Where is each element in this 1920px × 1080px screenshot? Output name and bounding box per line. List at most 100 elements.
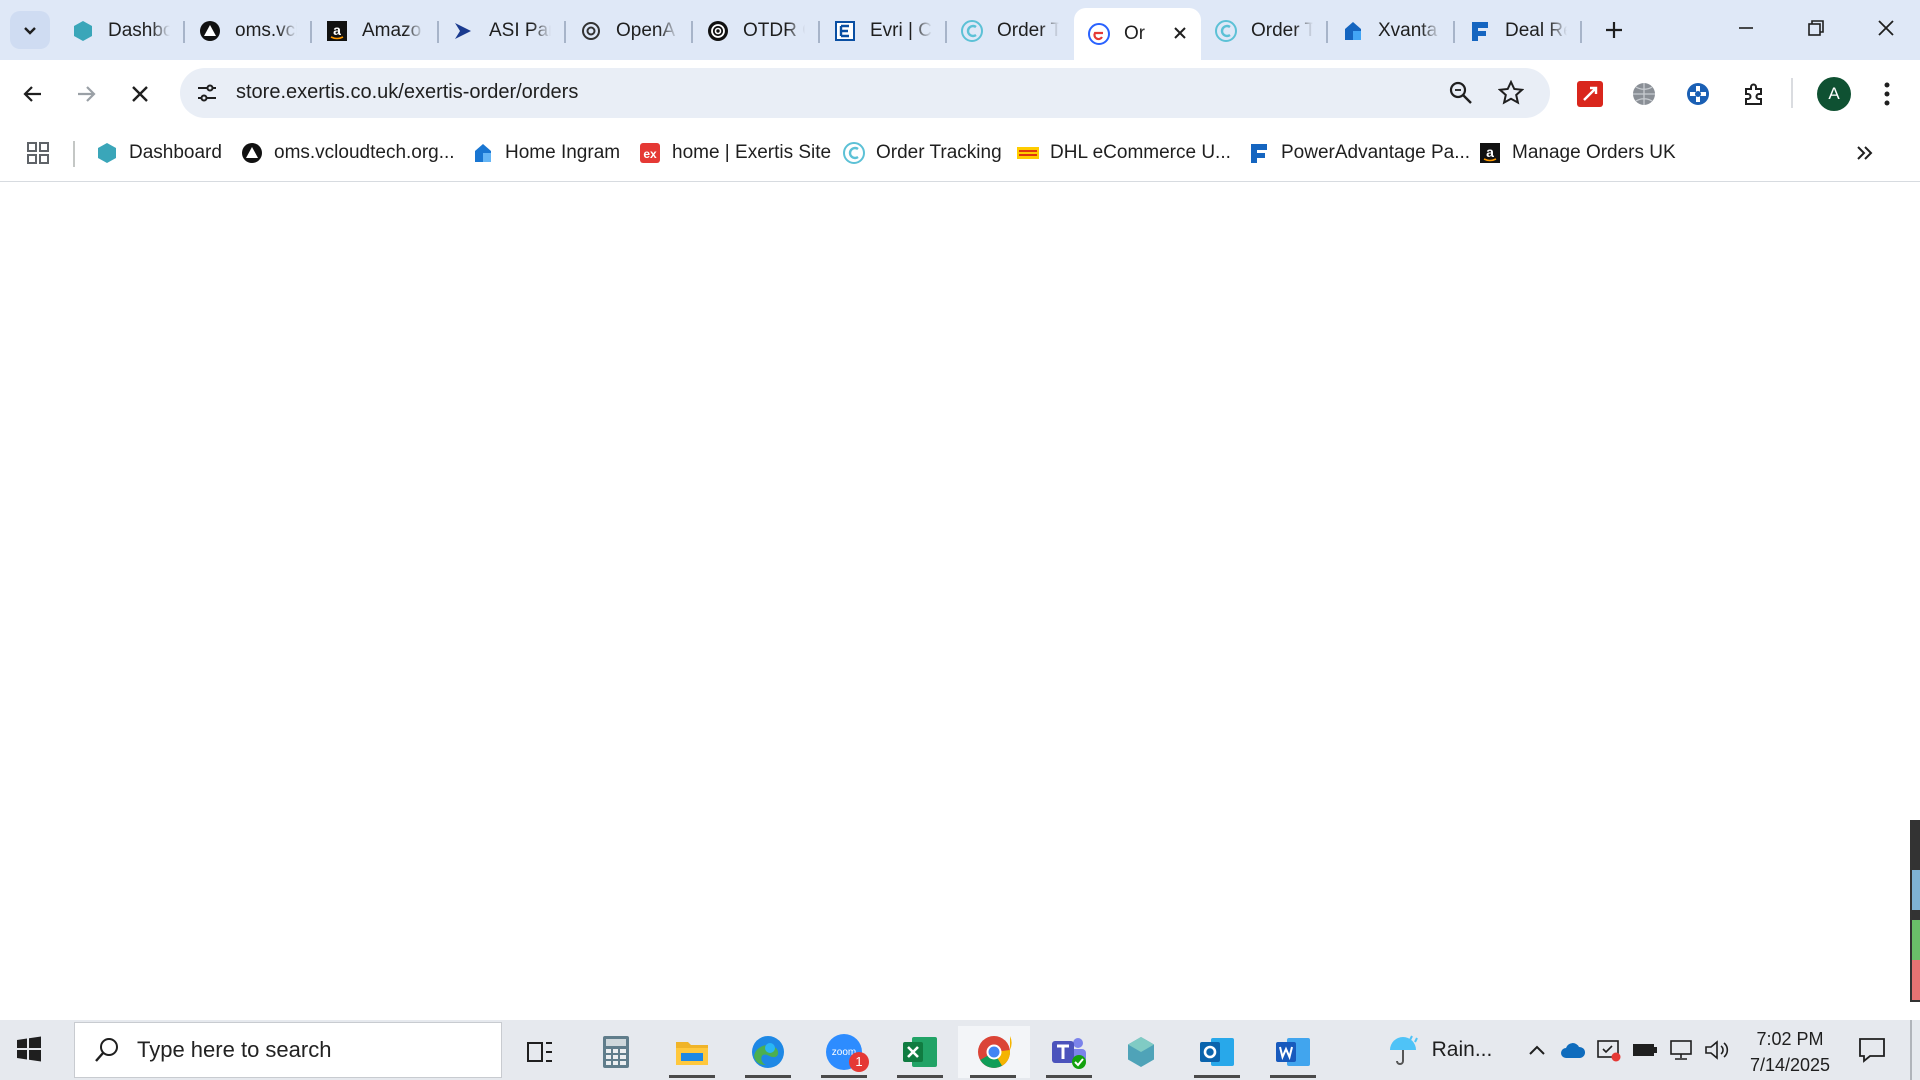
bookmark-label: PowerAdvantage Pa... — [1281, 142, 1471, 163]
battery-icon — [1633, 1044, 1657, 1056]
extension-shield-button[interactable] — [1681, 77, 1715, 111]
tab[interactable]: Dashbo — [58, 8, 185, 54]
start-button[interactable] — [16, 1036, 42, 1067]
amazon-icon: a — [1478, 141, 1502, 165]
search-icon — [95, 1038, 118, 1062]
calculator-icon — [603, 1036, 629, 1068]
bookmark-star-button[interactable] — [1497, 79, 1525, 111]
taskbar-search-placeholder: Type here to search — [137, 1037, 332, 1062]
star-icon — [1497, 79, 1525, 105]
bookmark-item[interactable]: oms.vcloudtech.org... — [240, 138, 455, 168]
order-c-icon — [961, 20, 983, 42]
show-desktop-button[interactable] — [1910, 1020, 1912, 1080]
security-tray-button[interactable] — [1594, 1034, 1624, 1066]
more-bookmarks-button[interactable] — [1854, 138, 1874, 168]
profile-avatar[interactable]: A — [1817, 77, 1851, 111]
word-app[interactable] — [1262, 1026, 1324, 1078]
onedrive-button[interactable] — [1558, 1034, 1588, 1066]
excel-app[interactable] — [889, 1026, 951, 1078]
taskbar-clock[interactable]: 7:02 PM 7/14/2025 — [1740, 1026, 1840, 1078]
teams-app[interactable] — [1038, 1026, 1100, 1078]
new-tab-button[interactable] — [1596, 14, 1632, 48]
tab[interactable]: oms.vcl — [185, 8, 312, 54]
zoom-button[interactable] — [1448, 80, 1474, 111]
show-hidden-icons-button[interactable] — [1522, 1034, 1552, 1066]
close-icon — [1878, 20, 1894, 36]
xvantage-icon — [1342, 20, 1364, 42]
workspace-app[interactable] — [1110, 1026, 1172, 1078]
apps-button[interactable] — [26, 138, 50, 168]
volume-button[interactable] — [1702, 1034, 1732, 1066]
zoom-app[interactable]: zoom 1 — [813, 1026, 875, 1078]
bookmark-item[interactable]: a Manage Orders UK — [1478, 138, 1676, 168]
tab[interactable]: Evri | Cl — [820, 8, 947, 54]
site-info-button[interactable] — [194, 80, 220, 106]
task-view-button[interactable] — [509, 1026, 571, 1078]
tab[interactable]: OpenA — [566, 8, 693, 54]
triangle-black-icon — [240, 141, 264, 165]
evri-icon — [834, 20, 856, 42]
bookmark-item[interactable]: Home Ingram — [471, 138, 620, 168]
battery-button[interactable] — [1630, 1034, 1660, 1066]
tab[interactable]: a Amazo — [312, 8, 439, 54]
tab-search-button[interactable] — [10, 11, 50, 49]
exertis-e-icon — [1088, 23, 1110, 45]
close-icon — [1174, 27, 1186, 39]
puzzle-icon — [1745, 83, 1762, 105]
address-bar[interactable]: store.exertis.co.uk/exertis-order/orders — [180, 68, 1550, 118]
extensions-button[interactable] — [1737, 77, 1771, 111]
menu-button[interactable] — [1870, 77, 1904, 111]
tab-active[interactable]: Or — [1074, 8, 1201, 60]
arrow-left-icon — [23, 86, 41, 102]
profile-initial: A — [1828, 84, 1840, 103]
tab[interactable]: OTDR C — [693, 8, 820, 54]
minimize-button[interactable] — [1712, 8, 1780, 48]
bookmark-item[interactable]: ex home | Exertis Site — [638, 138, 831, 168]
tab-title: Dashbo — [108, 20, 170, 41]
amazon-icon: a — [326, 20, 348, 42]
calculator-app[interactable] — [585, 1026, 647, 1078]
bookmark-item[interactable]: DHL eCommerce U... — [1016, 138, 1231, 168]
tab[interactable]: ASI Par — [439, 8, 566, 54]
extension-globe-button[interactable] — [1627, 77, 1661, 111]
bookmark-item[interactable]: PowerAdvantage Pa... — [1247, 138, 1470, 168]
acrobat-icon — [1577, 81, 1603, 107]
apps-grid-icon — [27, 142, 49, 164]
outlook-app[interactable] — [1186, 1026, 1248, 1078]
notification-icon — [1859, 1038, 1885, 1063]
tab[interactable]: Xvanta — [1328, 8, 1455, 54]
taskbar-search[interactable]: Type here to search — [74, 1022, 502, 1078]
extension-pdf-button[interactable] — [1573, 77, 1607, 111]
folder-icon — [676, 1042, 708, 1065]
bookmark-label: Dashboard — [129, 142, 222, 163]
bookmarks-bar: Dashboard oms.vcloudtech.org... Home Ingra… — [0, 127, 1920, 182]
bookmark-item[interactable]: Dashboard — [95, 138, 222, 168]
back-button[interactable] — [13, 74, 53, 114]
weather-widget[interactable]: Rain... — [1384, 1034, 1494, 1066]
url-text[interactable]: store.exertis.co.uk/exertis-order/orders — [236, 81, 578, 104]
outlook-icon — [1200, 1038, 1234, 1066]
order-c-icon — [842, 141, 866, 165]
network-button[interactable] — [1666, 1034, 1696, 1066]
restore-icon — [1808, 20, 1824, 36]
stop-loading-button[interactable] — [120, 74, 160, 114]
minimize-icon — [1739, 27, 1753, 29]
notification-center-button[interactable] — [1854, 1034, 1890, 1066]
word-icon — [1276, 1038, 1310, 1066]
tune-icon — [198, 84, 216, 102]
tab[interactable]: Deal Re — [1455, 8, 1582, 54]
tab-close-button[interactable] — [1173, 20, 1187, 46]
bookmark-label: Manage Orders UK — [1512, 142, 1676, 163]
forward-button[interactable] — [66, 74, 106, 114]
windows-taskbar: Type here to search zoom 1 Rain... 7:02 … — [0, 1020, 1920, 1080]
zoom-notification-badge: 1 — [849, 1052, 869, 1072]
close-window-button[interactable] — [1852, 8, 1920, 48]
restore-button[interactable] — [1782, 8, 1850, 48]
chrome-app[interactable] — [958, 1026, 1030, 1078]
file-explorer-app[interactable] — [661, 1026, 723, 1078]
tab-title: OTDR C — [743, 20, 805, 41]
tab[interactable]: Order T — [947, 8, 1074, 54]
bookmark-item[interactable]: Order Tracking — [842, 138, 1002, 168]
edge-app[interactable] — [737, 1026, 799, 1078]
tab[interactable]: Order T — [1201, 8, 1328, 54]
